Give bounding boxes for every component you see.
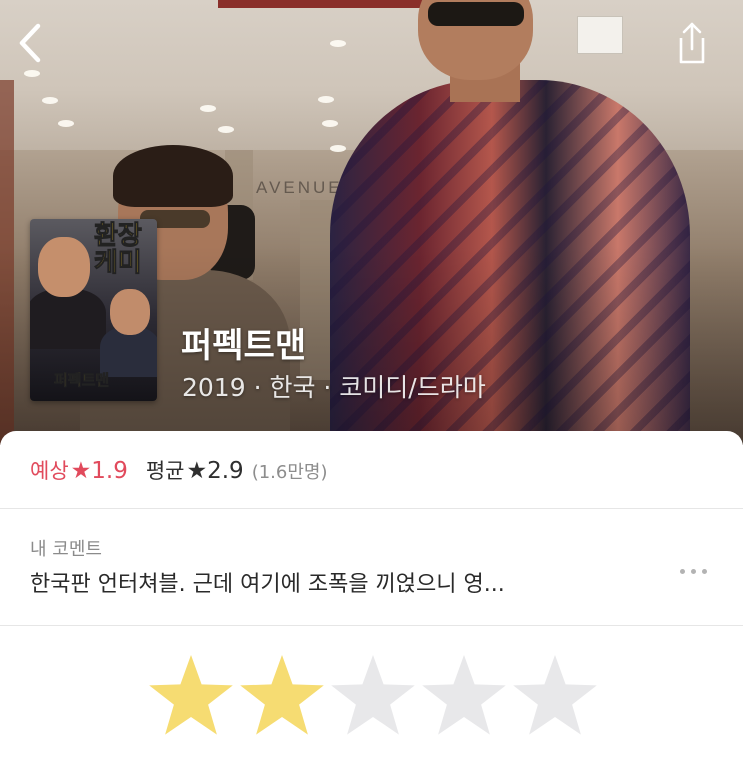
- ceiling-light: [24, 70, 40, 77]
- backdrop-sunglasses: [428, 2, 524, 26]
- comment-more-button[interactable]: [676, 560, 712, 582]
- poster-figure: [30, 289, 106, 349]
- ceiling-light: [330, 145, 346, 152]
- ceiling-light: [200, 105, 216, 112]
- movie-title: 퍼펙트맨: [181, 326, 307, 366]
- star-icon[interactable]: [238, 654, 326, 738]
- rating-count: (1.6만명): [251, 462, 328, 483]
- chevron-left-icon: [19, 23, 41, 63]
- average-rating-value: ★2.9: [186, 458, 244, 484]
- ceiling-light: [218, 126, 234, 133]
- poster-figure-face: [110, 289, 150, 335]
- average-rating-label: 평균: [145, 459, 185, 483]
- ceiling-light: [330, 40, 346, 47]
- star-empty: [513, 655, 597, 735]
- star-empty: [331, 655, 415, 735]
- backdrop-sign-bar: [218, 0, 423, 8]
- expected-rating-label: 예상: [30, 459, 69, 483]
- divider: [0, 625, 743, 626]
- more-horizontal-icon: [702, 569, 707, 574]
- star-filled: [240, 655, 324, 735]
- star-filled: [149, 655, 233, 735]
- rating-summary: 예상 ★1.9 평균 ★2.9 (1.6만명): [30, 455, 327, 485]
- poster-headline: 환장케미: [94, 221, 143, 278]
- ceiling-light: [58, 120, 74, 127]
- my-comment-label: 내 코멘트: [30, 539, 102, 560]
- back-button[interactable]: [14, 22, 46, 64]
- more-horizontal-icon: [680, 569, 685, 574]
- star-icon[interactable]: [147, 654, 235, 738]
- star-icon[interactable]: [420, 654, 508, 738]
- movie-poster[interactable]: 환장케미 퍼펙트맨: [30, 219, 157, 401]
- divider: [0, 508, 743, 509]
- poster-title: 퍼펙트맨: [54, 371, 110, 390]
- backdrop-person-left-hair: [113, 145, 233, 207]
- poster-figure-face: [38, 237, 90, 297]
- star-empty: [422, 655, 506, 735]
- star-icon[interactable]: [329, 654, 417, 738]
- backdrop-restroom-sign: [577, 16, 623, 54]
- ceiling-light: [42, 97, 58, 104]
- ceiling-light: [318, 96, 334, 103]
- ceiling-light: [322, 120, 338, 127]
- star-icon[interactable]: [511, 654, 599, 738]
- movie-meta: 2019 · 한국 · 코미디/드라마: [182, 373, 486, 402]
- more-horizontal-icon: [691, 569, 696, 574]
- expected-rating-value: ★1.9: [70, 458, 128, 484]
- my-comment-text[interactable]: 한국판 언터쳐블. 근데 여기에 조폭을 끼얹으니 영...: [30, 566, 640, 598]
- backdrop-avenue-sign: AVENUE: [256, 178, 343, 197]
- share-icon: [679, 22, 705, 64]
- share-button[interactable]: [668, 22, 708, 66]
- detail-card: 예상 ★1.9 평균 ★2.9 (1.6만명) 내 코멘트 한국판 언터쳐블. …: [0, 431, 743, 758]
- my-rating-stars: [147, 654, 602, 738]
